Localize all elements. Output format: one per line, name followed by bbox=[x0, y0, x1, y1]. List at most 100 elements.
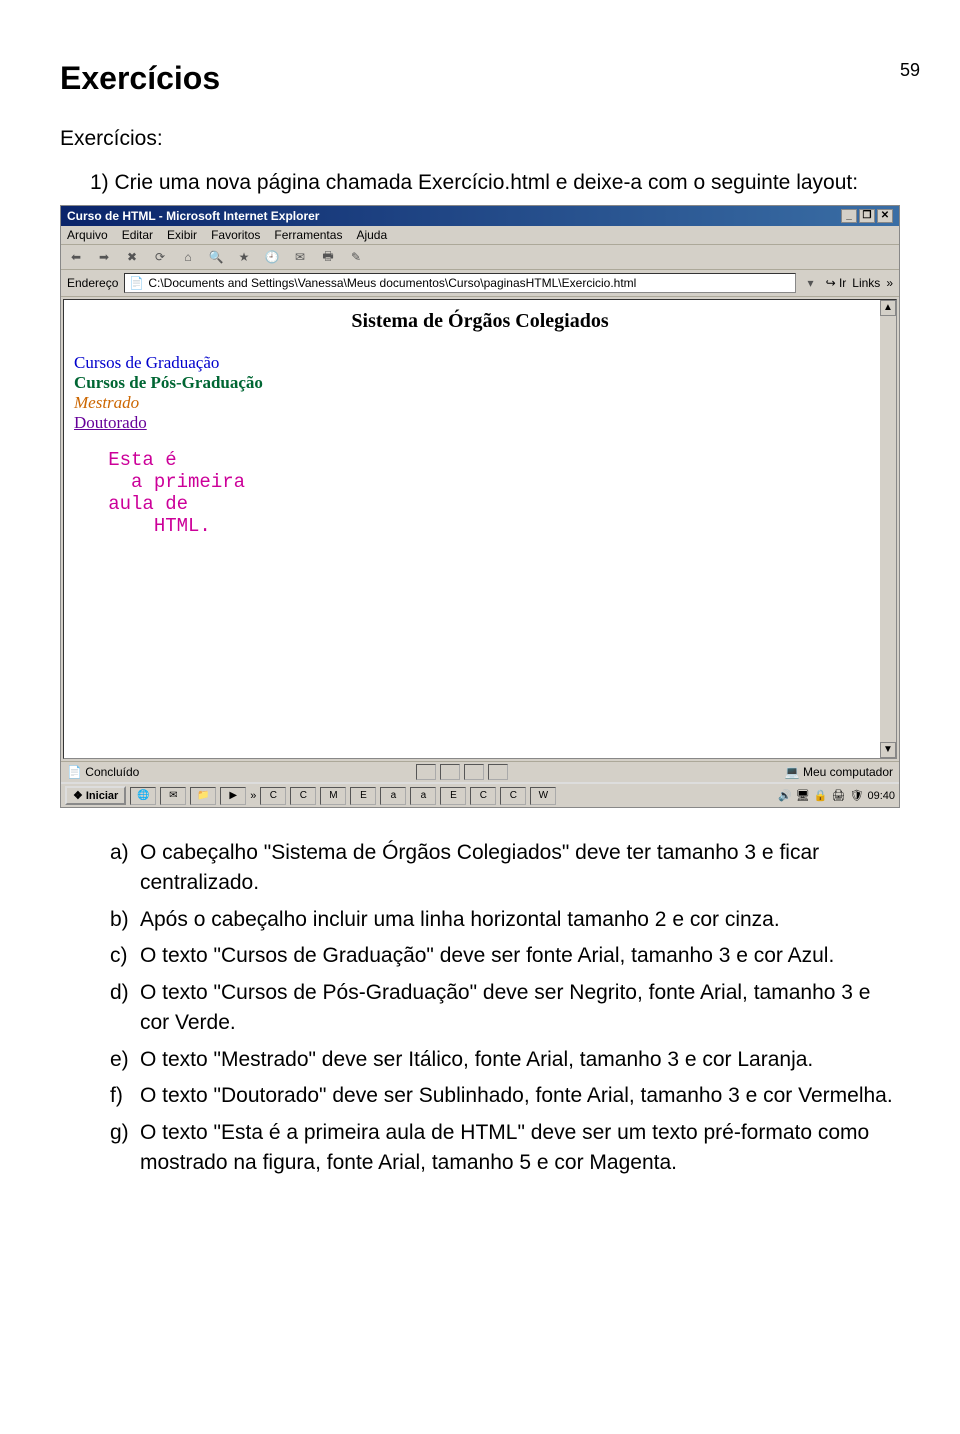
tray-icon[interactable]: 🖥 bbox=[796, 789, 810, 802]
status-seg bbox=[488, 764, 508, 780]
task-item[interactable]: M bbox=[320, 787, 346, 805]
item-text: O texto "Doutorado" deve ser Sublinhado,… bbox=[140, 1081, 900, 1111]
question-1: 1) Crie uma nova página chamada Exercíci… bbox=[90, 171, 900, 195]
links-label[interactable]: Links bbox=[852, 276, 880, 290]
statusbar: 📄 Concluído 💻 Meu computador bbox=[61, 761, 899, 782]
document-page: 59 Exercícios Exercícios: 1) Crie uma no… bbox=[0, 60, 960, 1224]
maximize-button[interactable]: ❐ bbox=[859, 209, 875, 223]
refresh-icon[interactable]: ⟳ bbox=[151, 248, 169, 266]
quicklaunch-icon[interactable]: ✉ bbox=[160, 787, 186, 805]
exercise-list: a) O cabeçalho "Sistema de Órgãos Colegi… bbox=[110, 838, 900, 1178]
line-graduacao: Cursos de Graduação bbox=[74, 353, 886, 373]
favorites-icon[interactable]: ★ bbox=[235, 248, 253, 266]
go-button[interactable]: ↪ Ir bbox=[826, 276, 847, 290]
windows-icon: ❖ bbox=[73, 789, 83, 802]
go-label: Ir bbox=[839, 276, 846, 290]
tray-icon[interactable]: 🖨 bbox=[832, 789, 846, 802]
item-label: c) bbox=[110, 941, 140, 971]
window-buttons: _ ❐ ✕ bbox=[841, 209, 893, 223]
history-icon[interactable]: 🕘 bbox=[263, 248, 281, 266]
task-item[interactable]: W bbox=[530, 787, 556, 805]
quicklaunch-icon[interactable]: 🌐 bbox=[130, 787, 156, 805]
ie-page-icon: 📄 bbox=[129, 276, 144, 290]
item-label: d) bbox=[110, 978, 140, 1039]
status-left: 📄 Concluído bbox=[67, 765, 139, 779]
print-icon[interactable]: 🖶 bbox=[319, 248, 337, 266]
item-label: a) bbox=[110, 838, 140, 899]
page-title: Exercícios bbox=[60, 60, 900, 97]
task-item[interactable]: E bbox=[350, 787, 376, 805]
toolbar: ⬅ ➡ ✖ ⟳ ⌂ 🔍 ★ 🕘 ✉ 🖶 ✎ bbox=[61, 245, 899, 270]
tray-icon[interactable]: 🛡 bbox=[850, 789, 864, 802]
start-button[interactable]: ❖ Iniciar bbox=[65, 786, 126, 805]
list-item: e) O texto "Mestrado" deve ser Itálico, … bbox=[110, 1045, 900, 1075]
tray-icon[interactable]: 🔒 bbox=[814, 789, 828, 802]
line-mestrado: Mestrado bbox=[74, 393, 886, 413]
item-text: O texto "Cursos de Pós-Graduação" deve s… bbox=[140, 978, 900, 1039]
browser-screenshot: Curso de HTML - Microsoft Internet Explo… bbox=[60, 205, 900, 808]
address-input[interactable]: 📄 C:\Documents and Settings\Vanessa\Meus… bbox=[124, 273, 795, 293]
task-item[interactable]: a bbox=[380, 787, 406, 805]
menu-exibir[interactable]: Exibir bbox=[167, 228, 197, 242]
status-seg bbox=[440, 764, 460, 780]
home-icon[interactable]: ⌂ bbox=[179, 248, 197, 266]
task-item[interactable]: a bbox=[410, 787, 436, 805]
task-item[interactable]: E bbox=[440, 787, 466, 805]
status-seg bbox=[416, 764, 436, 780]
status-seg bbox=[464, 764, 484, 780]
quicklaunch-icon[interactable]: 📁 bbox=[190, 787, 216, 805]
address-bar: Endereço 📄 C:\Documents and Settings\Van… bbox=[61, 270, 899, 297]
back-icon[interactable]: ⬅ bbox=[67, 248, 85, 266]
scroll-up-icon[interactable]: ▲ bbox=[880, 300, 896, 316]
subtitle: Exercícios: bbox=[60, 127, 900, 151]
status-segments bbox=[416, 764, 508, 780]
list-item: d) O texto "Cursos de Pós-Graduação" dev… bbox=[110, 978, 900, 1039]
quicklaunch-icon[interactable]: ▶ bbox=[220, 787, 246, 805]
scroll-down-icon[interactable]: ▼ bbox=[880, 742, 896, 758]
page-content: Sistema de Órgãos Colegiados Cursos de G… bbox=[63, 299, 897, 759]
menu-favoritos[interactable]: Favoritos bbox=[211, 228, 260, 242]
system-tray: 🔊 🖥 🔒 🖨 🛡 09:40 bbox=[778, 789, 895, 802]
menubar: Arquivo Editar Exibir Favoritos Ferramen… bbox=[61, 226, 899, 245]
menu-ajuda[interactable]: Ajuda bbox=[356, 228, 387, 242]
item-label: b) bbox=[110, 905, 140, 935]
status-zone: 💻 Meu computador bbox=[785, 765, 893, 779]
search-icon[interactable]: 🔍 bbox=[207, 248, 225, 266]
list-item: f) O texto "Doutorado" deve ser Sublinha… bbox=[110, 1081, 900, 1111]
task-item[interactable]: C bbox=[470, 787, 496, 805]
item-label: g) bbox=[110, 1118, 140, 1179]
edit-icon[interactable]: ✎ bbox=[347, 248, 365, 266]
stop-icon[interactable]: ✖ bbox=[123, 248, 141, 266]
mail-icon[interactable]: ✉ bbox=[291, 248, 309, 266]
address-label: Endereço bbox=[67, 276, 118, 290]
preformatted-text: Esta é a primeira aula de HTML. bbox=[74, 449, 886, 537]
item-label: e) bbox=[110, 1045, 140, 1075]
minimize-button[interactable]: _ bbox=[841, 209, 857, 223]
menu-editar[interactable]: Editar bbox=[122, 228, 153, 242]
task-item[interactable]: C bbox=[500, 787, 526, 805]
scrollbar[interactable]: ▲ ▼ bbox=[880, 300, 896, 758]
dropdown-icon[interactable]: ▾ bbox=[802, 274, 820, 292]
item-label: f) bbox=[110, 1081, 140, 1111]
menu-ferramentas[interactable]: Ferramentas bbox=[274, 228, 342, 242]
forward-icon[interactable]: ➡ bbox=[95, 248, 113, 266]
item-text: O texto "Mestrado" deve ser Itálico, fon… bbox=[140, 1045, 900, 1075]
item-text: O cabeçalho "Sistema de Órgãos Colegiado… bbox=[140, 838, 900, 899]
task-item[interactable]: C bbox=[290, 787, 316, 805]
page-number: 59 bbox=[900, 60, 920, 81]
line-pos-graduacao: Cursos de Pós-Graduação bbox=[74, 373, 886, 393]
item-text: O texto "Esta é a primeira aula de HTML"… bbox=[140, 1118, 900, 1179]
list-item: c) O texto "Cursos de Graduação" deve se… bbox=[110, 941, 900, 971]
item-text: O texto "Cursos de Graduação" deve ser f… bbox=[140, 941, 900, 971]
task-item[interactable]: C bbox=[260, 787, 286, 805]
address-value: C:\Documents and Settings\Vanessa\Meus d… bbox=[148, 276, 636, 290]
chevron-right-icon[interactable]: » bbox=[250, 790, 256, 802]
chevron-right-icon[interactable]: » bbox=[886, 276, 893, 290]
item-text: Após o cabeçalho incluir uma linha horiz… bbox=[140, 905, 900, 935]
taskbar: ❖ Iniciar 🌐 ✉ 📁 ▶ » C C M E a a E C C W … bbox=[61, 782, 899, 807]
menu-arquivo[interactable]: Arquivo bbox=[67, 228, 108, 242]
window-title: Curso de HTML - Microsoft Internet Explo… bbox=[67, 209, 319, 223]
close-button[interactable]: ✕ bbox=[877, 209, 893, 223]
line-doutorado: Doutorado bbox=[74, 413, 886, 433]
tray-icon[interactable]: 🔊 bbox=[778, 789, 792, 802]
